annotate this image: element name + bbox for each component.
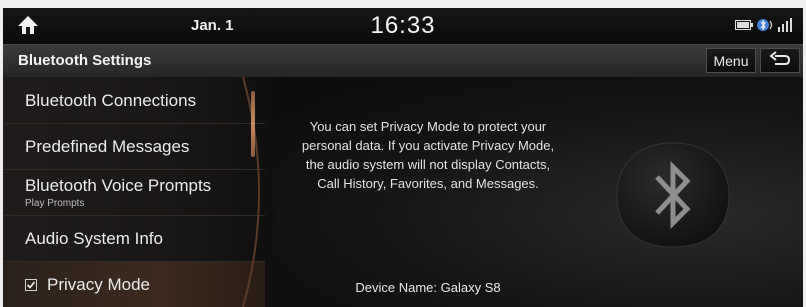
list-item-bluetooth-voice-prompts[interactable]: Bluetooth Voice Prompts Play Prompts [3,170,265,216]
status-tray [735,18,793,32]
page-title: Bluetooth Settings [18,52,152,69]
device-name-label: Device Name: Galaxy S8 [355,280,501,295]
checkmark-icon [26,281,36,289]
signal-icon [778,18,792,32]
list-item-label: Predefined Messages [25,137,190,156]
list-item-label: Privacy Mode [47,275,150,294]
list-item-audio-system-info[interactable]: Audio System Info [3,216,265,262]
settings-list: Bluetooth Connections Predefined Message… [3,77,273,307]
menu-button[interactable]: Menu [706,48,756,73]
battery-icon [735,20,753,30]
bluetooth-icon [616,142,730,248]
back-button[interactable] [760,48,800,73]
title-bar: Bluetooth Settings Menu [3,44,803,78]
list-scrollbar[interactable] [251,91,255,157]
list-item-sublabel: Play Prompts [25,198,85,209]
head-unit-screen: Jan. 1 16:33 Bluetooth Settings Menu Blu… [3,8,803,307]
privacy-mode-checkbox[interactable] [25,279,37,291]
list-item-label: Bluetooth Voice Prompts [25,176,212,195]
list-item-bluetooth-connections[interactable]: Bluetooth Connections [3,77,265,124]
list-item-privacy-mode[interactable]: Privacy Mode [3,262,265,307]
bluetooth-audio-icon [757,19,773,31]
status-bar: Jan. 1 16:33 [3,8,803,44]
list-item-label: Audio System Info [25,229,163,248]
back-arrow-icon [769,51,791,65]
list-item-label: Bluetooth Connections [25,91,197,110]
list-edge-arc [242,77,260,307]
clock: 16:33 [370,12,436,39]
list-item-predefined-messages[interactable]: Predefined Messages [3,124,265,170]
privacy-mode-panel: You can set Privacy Mode to protect your… [273,77,803,307]
privacy-mode-description: You can set Privacy Mode to protect your… [301,119,555,191]
